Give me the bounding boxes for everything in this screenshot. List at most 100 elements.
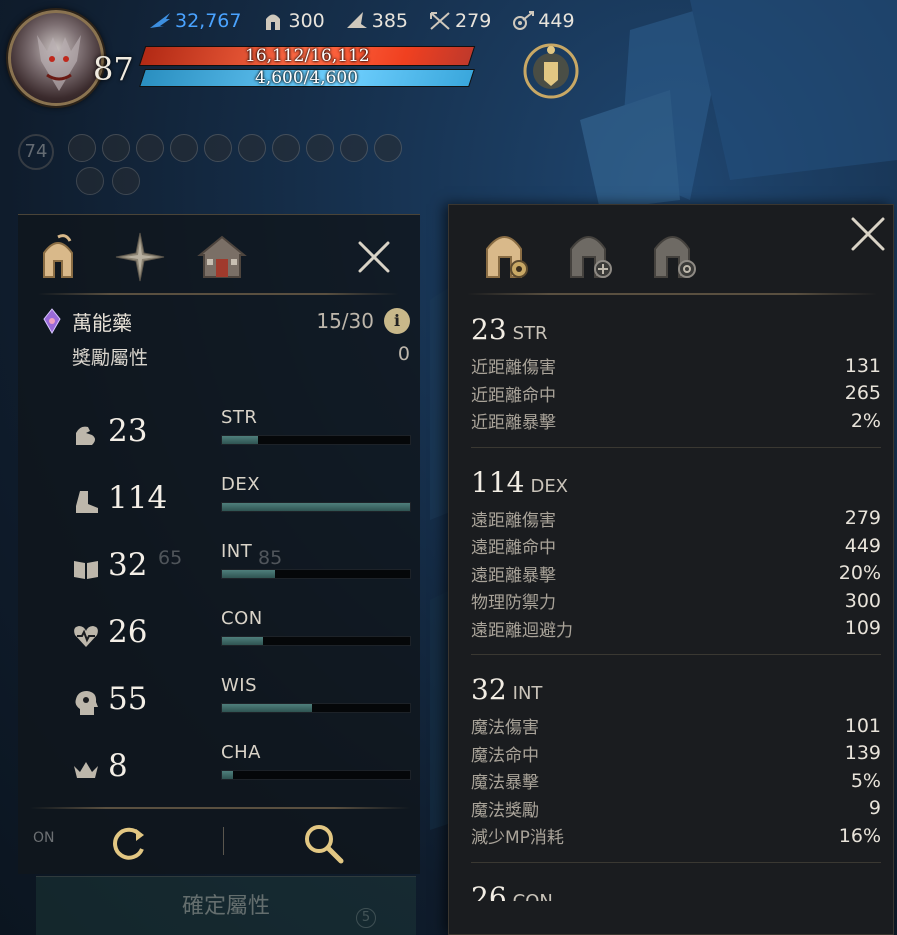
buff-slot-icon: [272, 134, 300, 162]
stat-name: WIS: [221, 675, 258, 696]
section-label: INT: [512, 683, 543, 704]
arm-icon: [76, 426, 95, 445]
detail-key: 物理防禦力: [471, 593, 556, 614]
stats-panel-footer: [18, 807, 420, 875]
power-stat: 32,767: [148, 10, 241, 32]
section-value: 114: [471, 465, 525, 499]
section-value: 23: [471, 313, 507, 346]
character-avatar[interactable]: [8, 10, 104, 106]
potion-icon: [43, 308, 61, 335]
guild-emblem-icon[interactable]: [520, 40, 582, 102]
stat-bar-fill: [222, 771, 234, 779]
stat-name: STR: [221, 407, 258, 428]
detail-row: 魔法傷害 101: [471, 712, 881, 740]
bonus-stat-row: 獎勵屬性 0: [72, 343, 410, 370]
buff-slot-icon: [238, 134, 266, 162]
buff-row: 74: [18, 134, 402, 170]
detail-row: 魔法命中 139: [471, 740, 881, 768]
ranged-hit-value: 449: [538, 10, 575, 32]
helmet-tab-icon[interactable]: [32, 231, 84, 283]
detail-key: 魔法獎勵: [471, 800, 539, 821]
mp-bar: 4,600/4,600: [139, 68, 475, 88]
detail-value: 16%: [838, 824, 881, 847]
ranged-damage-value: 279: [455, 10, 492, 32]
elixir-count: 15/30: [316, 309, 374, 333]
stat-row-dex[interactable]: 114 DEX: [72, 474, 412, 534]
stat-row-con[interactable]: 26 CON: [72, 608, 412, 668]
close-icon[interactable]: [847, 213, 889, 255]
stat-bar-fill: [222, 503, 410, 511]
detail-value: 109: [844, 617, 881, 640]
buff-slot-icon: [170, 134, 198, 162]
elixir-label: 萬能藥: [72, 310, 132, 335]
stat-detail-str: 23 STR 近距離傷害 131 近距離命中 265 近距離暴擊 2%: [471, 313, 881, 448]
demon-portrait-icon: [37, 35, 81, 91]
detail-key: 遠距離暴擊: [471, 565, 556, 586]
house-tab-icon[interactable]: [196, 231, 248, 283]
top-hud: 87 32,767 300 385 279 449 16,112/16,112 …: [0, 0, 897, 120]
stat-bar: [221, 435, 411, 445]
stat-detail-int: 32 INT 魔法傷害 101 魔法命中 139 魔法暴擊 5% 魔法獎勵 9 減少MP…: [471, 673, 881, 863]
detail-value: 2%: [850, 409, 881, 432]
info-icon[interactable]: i: [384, 308, 410, 334]
helmet-icon: [266, 14, 281, 30]
buff-slot-icon: [136, 134, 164, 162]
resource-row: 32,767 300 385 279 449: [148, 10, 595, 32]
detail-row: 遠距離迴避力 109: [471, 615, 881, 643]
buff-slot-icon: [112, 167, 140, 195]
buff-slot-icon: [340, 134, 368, 162]
detail-value: 279: [844, 507, 881, 530]
helmet-plus-tab-icon[interactable]: [563, 225, 617, 283]
stat-row-cha[interactable]: 8 CHA: [72, 742, 412, 802]
magic-stat: 385: [345, 10, 408, 32]
buff-row-secondary: [76, 167, 140, 195]
section-header: 23 STR: [471, 313, 881, 346]
boot-icon: [76, 491, 98, 513]
ranged-hit-stat: 449: [511, 10, 575, 32]
stat-row-wis[interactable]: 55 WIS: [72, 675, 412, 735]
buff-slot-icon: [306, 134, 334, 162]
heart-icon: [74, 626, 98, 647]
wing-icon: [150, 13, 170, 28]
confirm-stats-button[interactable]: 確定屬性: [36, 876, 416, 935]
defense-stat: 300: [261, 10, 325, 32]
stat-row-int[interactable]: 32 INT: [72, 541, 412, 601]
stats-panel-tabs: [18, 215, 420, 295]
section-value: 26: [471, 880, 507, 901]
auto-toggle-text: ON: [33, 830, 55, 846]
detail-value: 131: [844, 354, 881, 377]
stat-value: 8: [108, 748, 128, 784]
compass-star-tab-icon[interactable]: [114, 231, 166, 283]
section-header: 114 DEX: [471, 466, 881, 499]
reset-icon[interactable]: [106, 821, 150, 865]
detail-row: 近距離命中 265: [471, 380, 881, 408]
head-icon: [75, 691, 98, 715]
crown-icon: [74, 762, 98, 778]
stat-name: CON: [221, 608, 263, 629]
detail-row: 近距離傷害 131: [471, 352, 881, 380]
stat-row-str[interactable]: 23 STR: [72, 407, 412, 467]
detail-key: 遠距離命中: [471, 538, 556, 559]
buff-slot-icon: [102, 134, 130, 162]
buff-slot-icon: [374, 134, 402, 162]
section-label: DEX: [530, 475, 569, 497]
magnifier-icon[interactable]: [301, 821, 345, 865]
detail-key: 近距離暴擊: [471, 413, 556, 434]
detail-value: 20%: [838, 562, 881, 585]
bonus-stat-label: 獎勵屬性: [72, 347, 149, 369]
stat-name: DEX: [221, 474, 261, 495]
crossbow-icon: [430, 12, 450, 30]
ranged-damage-stat: 279: [428, 10, 491, 32]
close-icon[interactable]: [354, 237, 394, 277]
section-label: STR: [512, 323, 548, 344]
character-level: 87: [93, 50, 134, 88]
power-value: 32,767: [175, 10, 242, 32]
buff-count-badge: 74: [18, 134, 54, 170]
helmet-check-tab-icon[interactable]: [647, 225, 701, 283]
helmet-gear-tab-icon[interactable]: [479, 225, 533, 283]
stat-name: CHA: [221, 742, 261, 763]
detail-row: 減少MP消耗 16%: [471, 822, 881, 850]
detail-row: 近距離暴擊 2%: [471, 407, 881, 435]
detail-key: 魔法暴擊: [471, 773, 539, 794]
bonus-stat-value: 0: [397, 343, 410, 365]
